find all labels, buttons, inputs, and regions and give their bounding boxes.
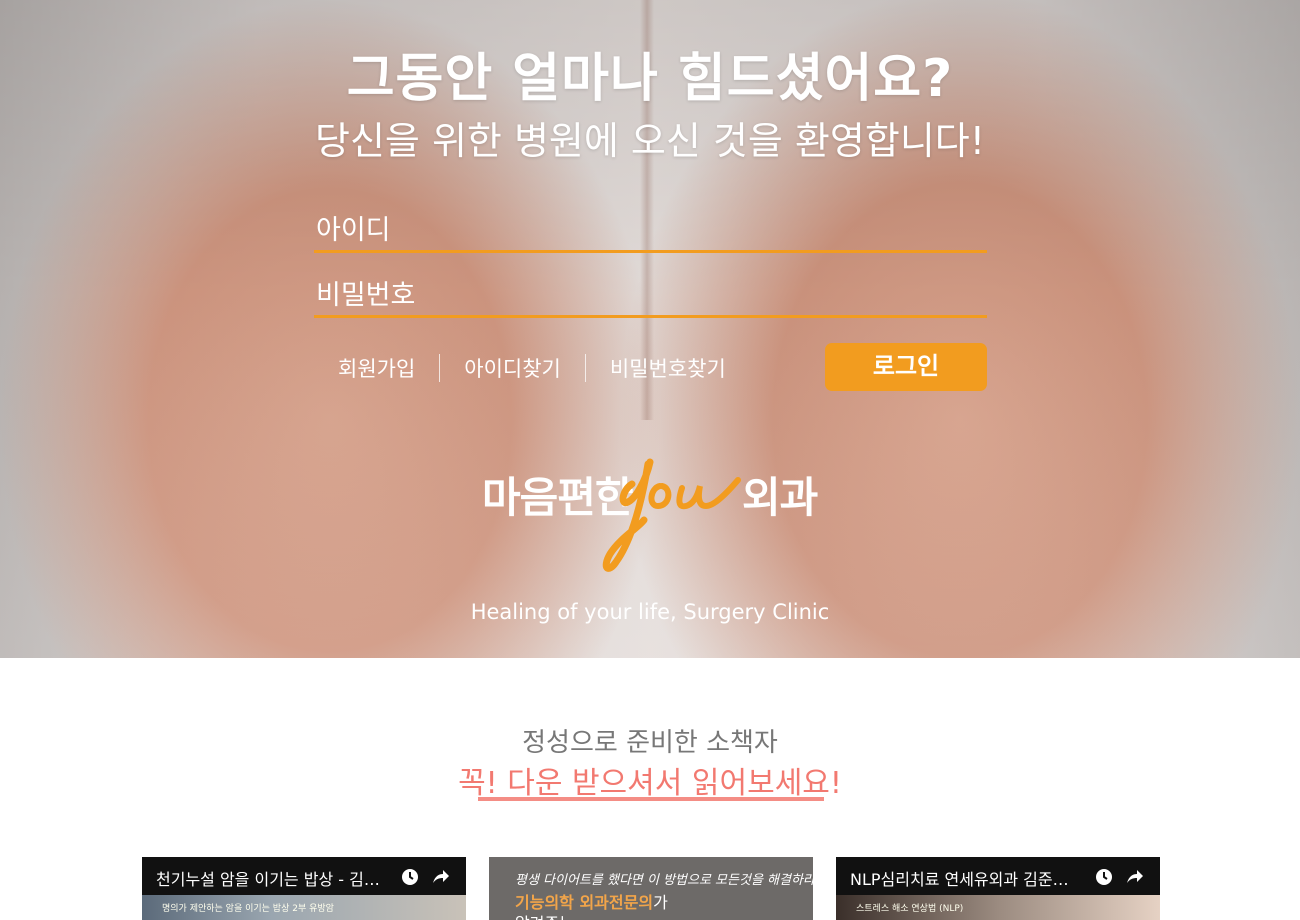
booklet-underline [478, 797, 824, 801]
logo-text-suffix: 외과 [742, 473, 818, 522]
password-field[interactable]: 비밀번호 [314, 269, 987, 318]
password-field-placeholder: 비밀번호 [316, 280, 416, 311]
hero-subheadline: 당신을 위한 병원에 오신 것을 환영합니다! [315, 119, 985, 163]
booklet-call-to-action: 꼭! 다운 받으셔서 읽어보세요! [458, 766, 842, 801]
id-field-placeholder: 아이디 [316, 215, 391, 246]
thumbnail-caption: 명의가 제안하는 암을 이기는 밥상 2부 유방암 [162, 904, 334, 914]
signup-link[interactable]: 회원가입 [314, 353, 439, 383]
hero-banner: 그동안 얼마나 힘드셨어요? 당신을 위한 병원에 오신 것을 환영합니다! 아… [0, 0, 1300, 658]
video-promo-line: 평생 다이어트를 했다면 이 방법으로 모든것을 해결하라! [515, 873, 813, 888]
clock-icon[interactable] [1094, 867, 1114, 887]
video-title[interactable]: 천기누설 암을 이기는 밥상 - 김준... [156, 866, 388, 890]
logo-tagline: Healing of your life, Surgery Clinic [470, 600, 830, 624]
hero-headline: 그동안 얼마나 힘드셨어요? [346, 49, 954, 109]
video-card-2[interactable]: 평생 다이어트를 했다면 이 방법으로 모든것을 해결하라! 기능의학 외과전문… [489, 857, 813, 920]
login-button[interactable]: 로그인 [825, 343, 987, 391]
id-field[interactable]: 아이디 [314, 204, 987, 253]
clinic-logo[interactable]: 마음편한 외과 [480, 450, 820, 580]
video-card-1[interactable]: 천기누설 암을 이기는 밥상 - 김준... 명의가 제안하는 암을 이기는 밥… [142, 857, 466, 920]
share-icon[interactable] [430, 867, 450, 887]
highlight-suffix: 가 [653, 893, 668, 912]
video-card-3[interactable]: NLP심리치료 연세유외과 김준영... 스트레스 해소 연상법 (NLP) [836, 857, 1160, 920]
share-icon[interactable] [1124, 867, 1144, 887]
clock-icon[interactable] [400, 867, 420, 887]
logo-you-script [602, 458, 741, 572]
video-promo-line-3: 알려주는 [515, 910, 574, 920]
find-password-link[interactable]: 비밀번호찾기 [586, 353, 750, 383]
find-id-link[interactable]: 아이디찾기 [440, 353, 585, 383]
video-title[interactable]: NLP심리치료 연세유외과 김준영... [850, 866, 1082, 890]
thumbnail-caption: 스트레스 해소 연상법 (NLP) [856, 904, 964, 914]
booklet-heading: 정성으로 준비한 소책자 [522, 728, 778, 758]
account-links: 회원가입 아이디찾기 비밀번호찾기 [314, 348, 750, 388]
